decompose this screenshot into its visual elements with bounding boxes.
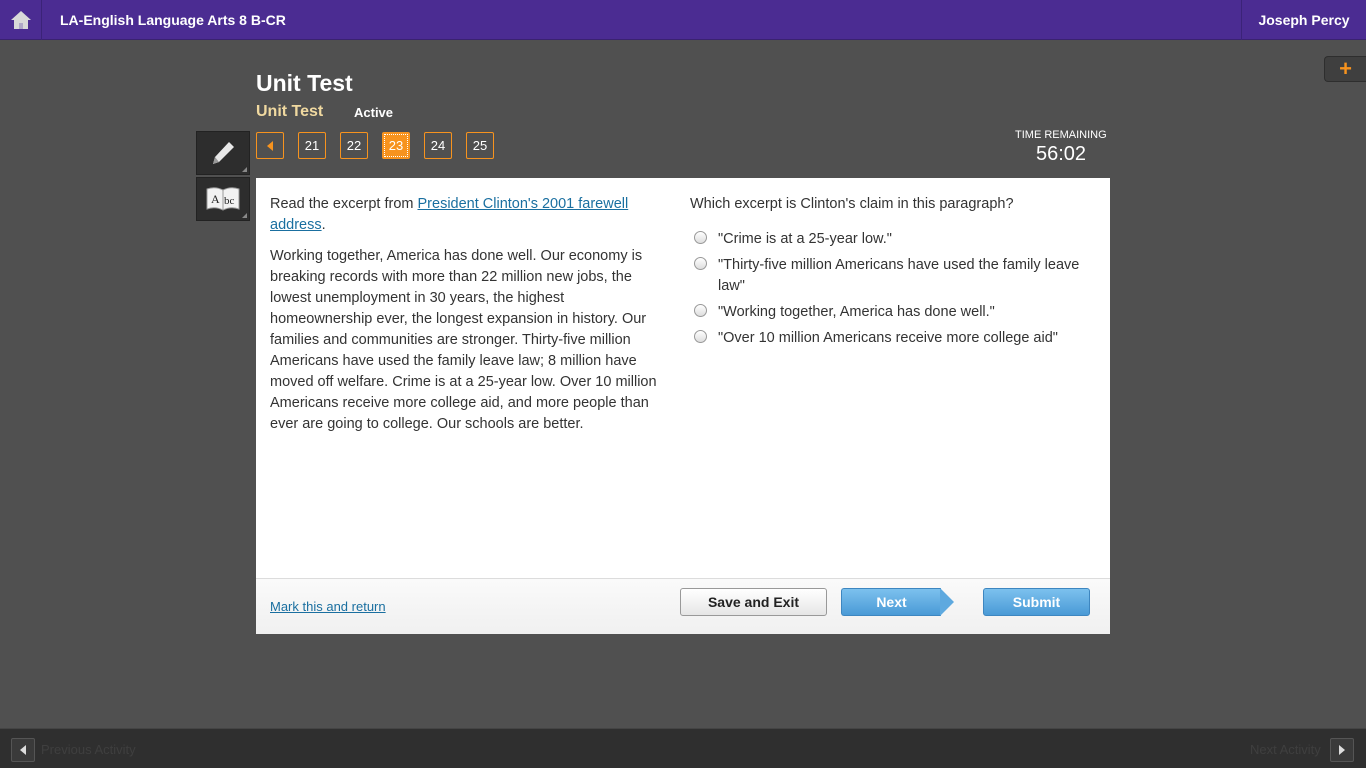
page-button-22[interactable]: 22	[340, 132, 368, 159]
activity-subtitle: Unit Test	[256, 103, 324, 120]
page-title: Unit Test	[256, 70, 353, 96]
passage-intro-text: Read the excerpt from	[270, 196, 418, 212]
passage-intro: Read the excerpt from President Clinton'…	[270, 194, 666, 236]
dictionary-icon: A bc	[206, 187, 240, 211]
page-button-21[interactable]: 21	[298, 132, 326, 159]
pencil-icon	[213, 142, 234, 164]
home-icon	[10, 11, 31, 29]
time-remaining-value: 56:02	[1036, 143, 1087, 165]
answer-choice-label: "Thirty-five million Americans have used…	[718, 257, 1080, 294]
save-and-exit-button[interactable]: Save and Exit	[680, 588, 827, 616]
radio-button[interactable]	[694, 330, 707, 343]
status-label: Active	[354, 105, 394, 120]
svg-text:A: A	[211, 192, 220, 206]
time-remaining-label: TIME REMAINING	[1015, 129, 1107, 141]
question-panel: Read the excerpt from President Clinton'…	[256, 178, 1110, 634]
user-name[interactable]: Joseph Percy	[1241, 0, 1366, 40]
bottom-bar: Previous Activity Next Activity	[0, 728, 1366, 768]
passage-intro-end: .	[321, 217, 326, 233]
answer-choice[interactable]: "Working together, America has done well…	[690, 302, 1100, 323]
top-bar: LA-English Language Arts 8 B-CR Joseph P…	[0, 0, 1366, 40]
answer-choice-label: "Over 10 million Americans receive more …	[718, 330, 1058, 346]
page-button-23-current[interactable]: 23	[382, 132, 410, 159]
plus-icon: +	[1339, 56, 1352, 81]
next-activity-label[interactable]: Next Activity	[1250, 742, 1321, 757]
answer-choice[interactable]: "Thirty-five million Americans have used…	[690, 255, 1100, 297]
answer-choice[interactable]: "Crime is at a 25-year low."	[690, 229, 1100, 250]
radio-button[interactable]	[694, 304, 707, 317]
answer-choice[interactable]: "Over 10 million Americans receive more …	[690, 328, 1100, 349]
mark-and-return-link[interactable]: Mark this and return	[270, 599, 386, 614]
next-activity-button[interactable]	[1330, 738, 1354, 762]
answer-choices: "Crime is at a 25-year low." "Thirty-fiv…	[690, 229, 1100, 354]
page-button-24[interactable]: 24	[424, 132, 452, 159]
pencil-tool-button[interactable]	[196, 131, 250, 175]
home-button[interactable]	[0, 0, 42, 40]
passage-body: Working together, America has done well.…	[270, 248, 657, 432]
dictionary-tool-button[interactable]: A bc	[196, 177, 250, 221]
answer-choice-label: "Working together, America has done well…	[718, 304, 995, 320]
radio-button[interactable]	[694, 231, 707, 244]
next-button[interactable]: Next	[841, 588, 941, 616]
previous-activity-label[interactable]: Previous Activity	[41, 742, 136, 757]
question-prompt: Which excerpt is Clinton's claim in this…	[690, 196, 1014, 212]
next-button-arrow[interactable]	[940, 588, 954, 616]
question-footer: Mark this and return Save and Exit Next …	[256, 578, 1110, 634]
previous-activity-button[interactable]	[11, 738, 35, 762]
radio-button[interactable]	[694, 257, 707, 270]
submit-button[interactable]: Submit	[983, 588, 1090, 616]
course-title: LA-English Language Arts 8 B-CR	[60, 12, 286, 28]
page-button-25[interactable]: 25	[466, 132, 494, 159]
add-panel-button[interactable]: +	[1324, 56, 1366, 82]
svg-text:bc: bc	[224, 195, 235, 207]
pager-prev-button[interactable]	[256, 132, 284, 159]
answer-choice-label: "Crime is at a 25-year low."	[718, 231, 892, 247]
reading-passage: Read the excerpt from President Clinton'…	[270, 194, 666, 445]
